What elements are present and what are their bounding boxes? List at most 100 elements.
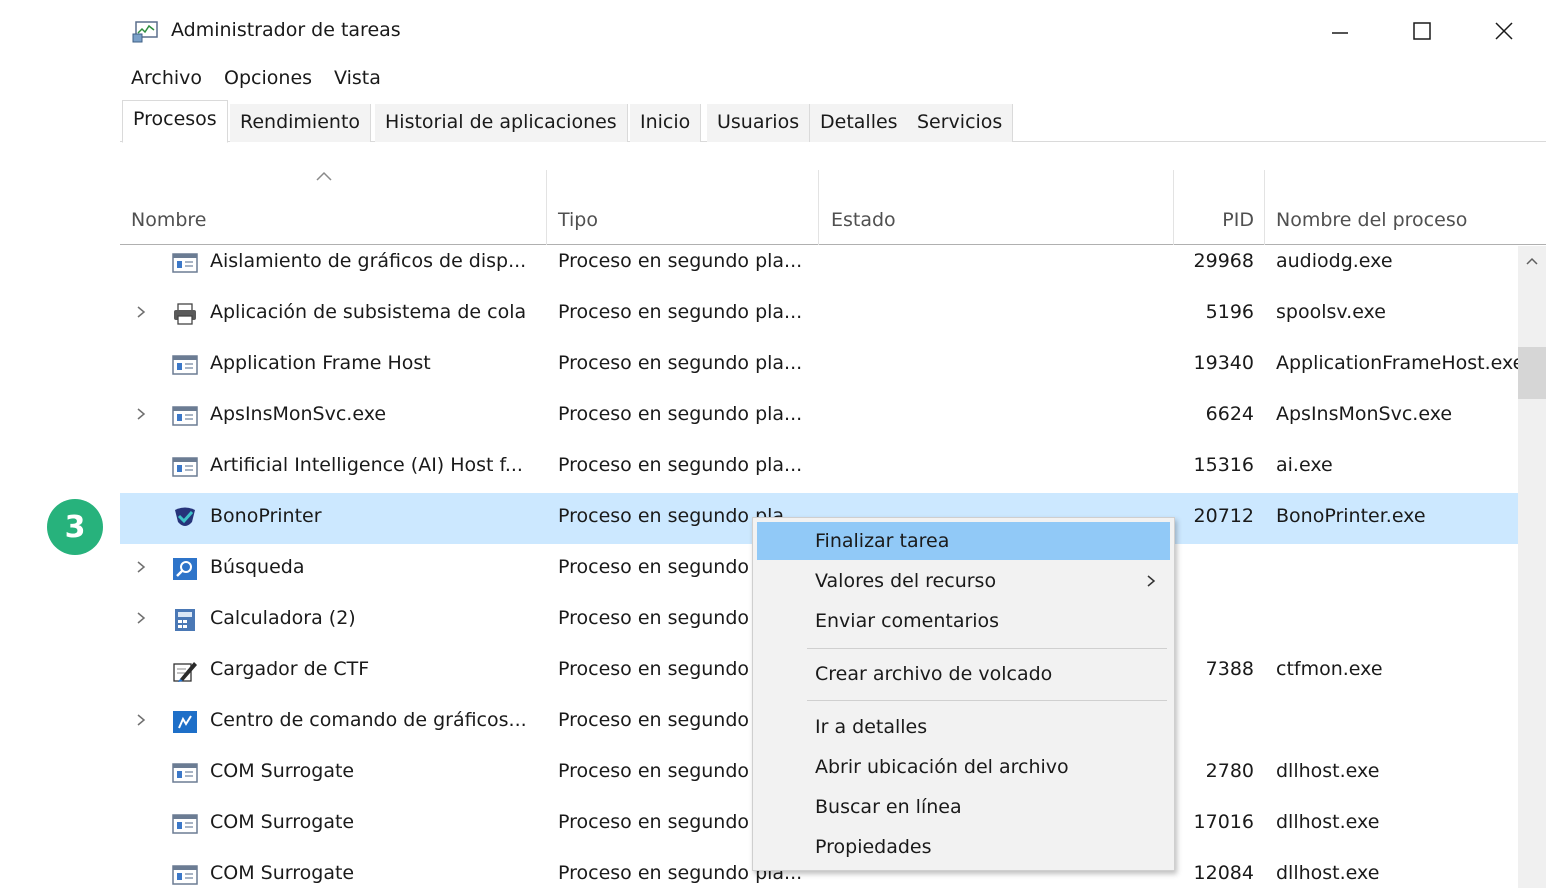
process-type: Proceso en segundo pla...	[558, 250, 803, 272]
column-type[interactable]: Tipo	[558, 209, 598, 231]
menu-item-label: Propiedades	[815, 836, 932, 858]
chevron-right-icon[interactable]	[134, 403, 148, 425]
process-executable: spoolsv.exe	[1276, 301, 1386, 323]
column-divider[interactable]	[546, 170, 547, 245]
process-pid: 20712	[1193, 505, 1254, 527]
process-pid: 19340	[1193, 352, 1254, 374]
vertical-scrollbar[interactable]	[1518, 246, 1546, 888]
tab-usuarios[interactable]: Usuarios	[707, 104, 811, 142]
sort-ascending-icon	[316, 171, 332, 181]
app-window-icon	[172, 763, 198, 783]
process-pid: 15316	[1193, 454, 1254, 476]
column-pid[interactable]: PID	[1178, 209, 1254, 231]
menu-finalizar-tarea[interactable]: Finalizar tarea	[757, 522, 1170, 560]
app-window-icon	[172, 865, 198, 885]
tab-historial-aplicaciones[interactable]: Historial de aplicaciones	[375, 104, 628, 142]
menu-opciones[interactable]: Opciones	[213, 62, 323, 94]
menu-crear-archivo-volcado[interactable]: Crear archivo de volcado	[757, 655, 1170, 693]
menu-ir-a-detalles[interactable]: Ir a detalles	[757, 708, 1170, 746]
process-display-name: ApsInsMonSvc.exe	[210, 403, 387, 425]
app-window-icon	[172, 253, 198, 273]
menu-item-label: Crear archivo de volcado	[815, 663, 1053, 685]
menu-vista[interactable]: Vista	[323, 62, 392, 94]
chevron-right-icon[interactable]	[134, 556, 148, 578]
menu-propiedades[interactable]: Propiedades	[757, 828, 1170, 866]
menu-abrir-ubicacion[interactable]: Abrir ubicación del archivo	[757, 748, 1170, 786]
process-display-name: Búsqueda	[210, 556, 305, 578]
app-window-icon	[172, 406, 198, 426]
process-display-name: COM Surrogate	[210, 862, 355, 884]
column-divider[interactable]	[1264, 170, 1265, 245]
tab-bar: Procesos Rendimiento Historial de aplica…	[120, 100, 1546, 143]
app-window-icon	[172, 457, 198, 477]
process-type: Proceso en segundo pla...	[558, 403, 803, 425]
graphics-command-icon	[173, 711, 197, 733]
bonoprinter-icon	[175, 507, 195, 526]
menu-enviar-comentarios[interactable]: Enviar comentarios	[757, 602, 1170, 640]
process-display-name: Aplicación de subsistema de cola	[210, 301, 527, 323]
tab-rendimiento[interactable]: Rendimiento	[230, 104, 372, 142]
close-button[interactable]	[1474, 10, 1534, 52]
task-manager-icon	[132, 21, 158, 43]
app-window-icon	[172, 355, 198, 375]
column-header: Nombre Tipo Estado PID Nombre del proces…	[120, 165, 1546, 245]
tab-procesos[interactable]: Procesos	[122, 100, 228, 143]
menu-item-label: Finalizar tarea	[815, 530, 950, 552]
process-display-name: BonoPrinter	[210, 505, 322, 527]
process-pid: 7388	[1205, 658, 1254, 680]
process-display-name: COM Surrogate	[210, 811, 355, 833]
scrollbar-thumb[interactable]	[1518, 347, 1546, 399]
process-type: Proceso en segundo	[558, 607, 750, 629]
title-bar: Administrador de tareas	[120, 0, 1562, 62]
tab-detalles[interactable]: Detalles	[810, 104, 909, 142]
column-process-name[interactable]: Nombre del proceso	[1276, 209, 1467, 231]
process-pid: 2780	[1205, 760, 1254, 782]
process-type: Proceso en segundo	[558, 760, 750, 782]
menu-item-label: Buscar en línea	[815, 796, 962, 818]
minimize-button[interactable]	[1310, 10, 1370, 52]
process-type: Proceso en segundo	[558, 658, 750, 680]
menu-separator	[807, 648, 1167, 649]
process-executable: dllhost.exe	[1276, 811, 1380, 833]
process-executable: ApsInsMonSvc.exe	[1276, 403, 1453, 425]
chevron-right-icon	[1147, 575, 1156, 587]
process-executable: dllhost.exe	[1276, 760, 1380, 782]
chevron-right-icon[interactable]	[134, 709, 148, 731]
table-row[interactable]: ApsInsMonSvc.exe Proceso en segundo pla..…	[120, 391, 1518, 442]
process-executable: ApplicationFrameHost.exe	[1276, 352, 1518, 374]
process-display-name: Cargador de CTF	[210, 658, 370, 680]
process-type: Proceso en segundo	[558, 811, 750, 833]
tab-servicios[interactable]: Servicios	[907, 104, 1014, 142]
process-display-name: Calculadora (2)	[210, 607, 356, 629]
process-executable: ctfmon.exe	[1276, 658, 1383, 680]
maximize-button[interactable]	[1392, 10, 1452, 52]
chevron-right-icon[interactable]	[134, 301, 148, 323]
column-divider[interactable]	[1173, 170, 1174, 245]
menu-archivo[interactable]: Archivo	[120, 62, 213, 94]
table-row[interactable]: Artificial Intelligence (AI) Host f... Pr…	[120, 442, 1518, 493]
process-display-name: Artificial Intelligence (AI) Host f...	[210, 454, 523, 476]
chevron-right-icon[interactable]	[134, 607, 148, 629]
column-divider[interactable]	[818, 170, 819, 245]
menu-item-label: Abrir ubicación del archivo	[815, 756, 1069, 778]
scroll-up-icon[interactable]	[1523, 254, 1541, 268]
tab-inicio[interactable]: Inicio	[630, 104, 702, 142]
app-window-icon	[172, 814, 198, 834]
process-display-name: Aislamiento de gráficos de disp...	[210, 250, 527, 272]
menu-valores-recurso[interactable]: Valores del recurso	[757, 562, 1170, 600]
window-title: Administrador de tareas	[171, 19, 401, 41]
table-row[interactable]: Application Frame Host Proceso en segundo…	[120, 340, 1518, 391]
minimize-icon	[1332, 32, 1348, 34]
menu-buscar-en-linea[interactable]: Buscar en línea	[757, 788, 1170, 826]
table-row[interactable]: Aplicación de subsistema de cola Proceso …	[120, 289, 1518, 340]
process-executable: BonoPrinter.exe	[1276, 505, 1426, 527]
column-name[interactable]: Nombre	[131, 209, 207, 231]
maximize-icon	[1413, 22, 1431, 40]
table-row[interactable]: Aislamiento de gráficos de disp... Proces…	[120, 238, 1518, 289]
printer-icon	[174, 303, 196, 325]
process-type: Proceso en segundo pla...	[558, 454, 803, 476]
column-status[interactable]: Estado	[831, 209, 896, 231]
process-type: Proceso en segundo pla...	[558, 352, 803, 374]
process-display-name: Application Frame Host	[210, 352, 431, 374]
menu-item-label: Ir a detalles	[815, 716, 928, 738]
